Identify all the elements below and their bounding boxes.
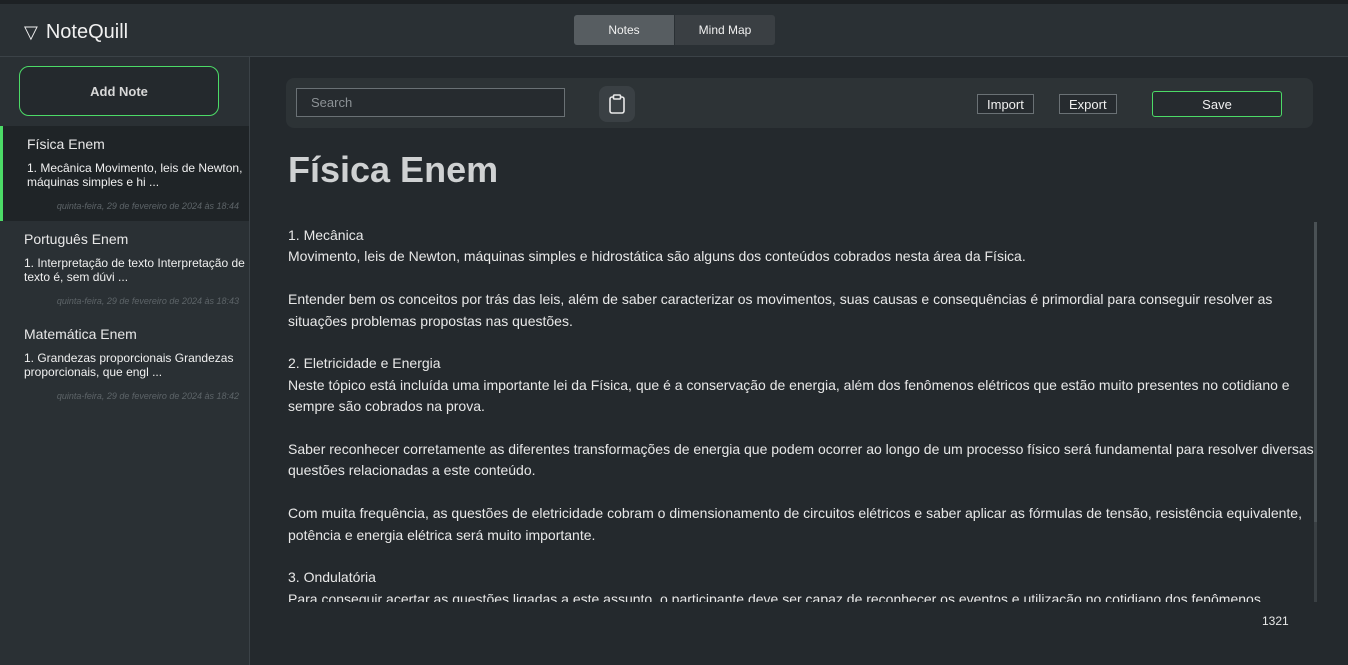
editor-paragraph: 1. Mecânica Movimento, leis de Newton, má… (288, 225, 1318, 268)
note-list-item-portugues[interactable]: Português Enem 1. Interpretação de texto… (0, 221, 249, 316)
editor-line: Saber reconhecer corretamente as diferen… (288, 441, 1314, 479)
note-item-date: quinta-feira, 29 de fevereiro de 2024 às… (56, 201, 239, 211)
editor-line: Neste tópico está incluída uma important… (288, 376, 1290, 415)
editor-line: Movimento, leis de Newton, máquinas simp… (288, 248, 1026, 265)
note-list-item-fisica[interactable]: Física Enem 1. Mecânica Movimento, leis … (0, 126, 249, 221)
editor-scrollbar[interactable] (1314, 222, 1317, 602)
note-item-date: quinta-feira, 29 de fevereiro de 2024 às… (56, 296, 239, 306)
tab-mind-map[interactable]: Mind Map (674, 15, 775, 45)
editor-line: 1. Mecânica (288, 227, 364, 243)
editor-paragraph: 3. Ondulatória Para conseguir acertar as … (288, 567, 1318, 602)
search-input[interactable] (296, 88, 565, 117)
add-note-button[interactable]: Add Note (19, 66, 219, 116)
tab-notes[interactable]: Notes (574, 15, 674, 45)
note-list-item-matematica[interactable]: Matemática Enem 1. Grandezas proporciona… (0, 316, 249, 411)
note-item-preview: 1. Mecânica Movimento, leis de Newton, m… (27, 161, 243, 189)
note-item-preview: 1. Grandezas proporcionais Grandezas pro… (24, 351, 234, 379)
import-button[interactable]: Import (977, 94, 1034, 114)
editor-paragraph: Entender bem os conceitos por trás das l… (288, 289, 1318, 332)
clipboard-icon (609, 94, 625, 114)
editor-line: Para conseguir acertar as questões ligad… (288, 590, 1261, 602)
scrollbar-thumb[interactable] (1314, 222, 1317, 522)
export-button[interactable]: Export (1059, 94, 1117, 114)
note-item-preview: 1. Interpretação de texto Interpretação … (24, 256, 245, 284)
app-header: ▽ NoteQuill Notes Mind Map (0, 4, 1348, 57)
editor-paragraph: Com muita frequência, as questões de ele… (288, 503, 1318, 546)
editor-line: Com muita frequência, as questões de ele… (288, 505, 1302, 543)
editor-paragraph: Saber reconhecer corretamente as diferen… (288, 439, 1318, 482)
save-button[interactable]: Save (1152, 91, 1282, 117)
editor-toolbar: Import Export Save (286, 78, 1313, 128)
character-count: 1321 (1262, 614, 1289, 628)
clipboard-button[interactable] (599, 86, 635, 122)
editor-line: 2. Eletricidade e Energia (288, 355, 441, 372)
editor-line: Entender bem os conceitos por trás das l… (288, 291, 1273, 329)
note-body-editor[interactable]: 1. Mecânica Movimento, leis de Newton, má… (288, 225, 1318, 602)
view-switcher: Notes Mind Map (574, 15, 775, 45)
note-item-title: Matemática Enem (24, 326, 137, 342)
note-item-title: Português Enem (24, 231, 129, 247)
note-item-date: quinta-feira, 29 de fevereiro de 2024 às… (56, 391, 239, 401)
note-item-title: Física Enem (27, 136, 105, 152)
app-brand: ▽ NoteQuill (24, 20, 128, 44)
app-name: NoteQuill (45, 20, 129, 43)
triangle-logo-icon: ▽ (24, 22, 38, 42)
note-title-heading[interactable]: Física Enem (288, 149, 498, 191)
notes-sidebar: Add Note Física Enem 1. Mecânica Movimen… (0, 57, 250, 665)
editor-area: Import Export Save Física Enem 1. Mecâni… (251, 57, 1348, 665)
editor-line: 3. Ondulatória (288, 569, 376, 586)
editor-paragraph: 2. Eletricidade e Energia Neste tópico es… (288, 353, 1318, 417)
